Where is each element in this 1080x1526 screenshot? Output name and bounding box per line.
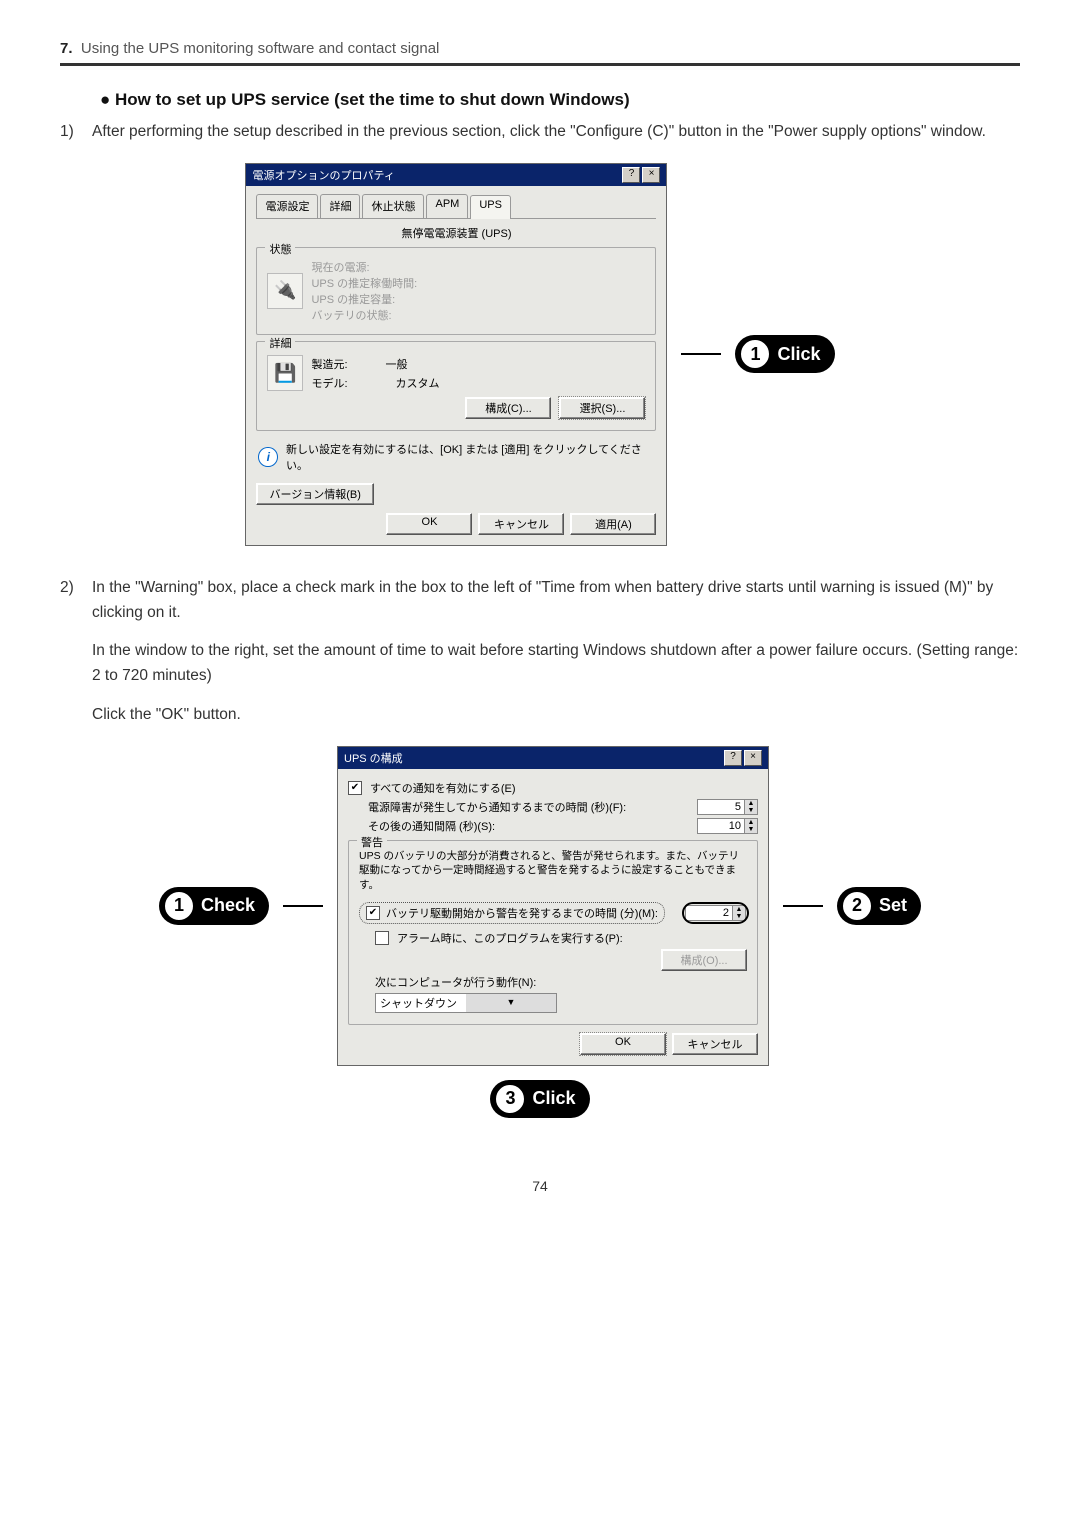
interval-label: その後の通知間隔 (秒)(S): xyxy=(368,818,495,834)
callout-click-3: 3 Click xyxy=(490,1080,589,1118)
callout-check: 1 Check xyxy=(159,887,269,925)
plug-icon: 🔌 xyxy=(267,273,303,309)
callout-1-click: 1 Click xyxy=(735,335,834,373)
step-1: 1) After performing the setup described … xyxy=(60,120,1020,145)
warn-time-checkbox[interactable]: ✔ xyxy=(366,906,380,920)
status-line-1: 現在の電源: xyxy=(311,259,417,275)
figure-2: 1 Check UPS の構成 ? × ✔ すべての通知を有効にする(E) 電源… xyxy=(60,746,1020,1066)
cancel-button[interactable]: キャンセル xyxy=(478,513,564,535)
callout-1-label: Click xyxy=(777,344,820,365)
status-line-3: UPS の推定容量: xyxy=(311,291,417,307)
tab-detail[interactable]: 詳細 xyxy=(320,194,360,218)
apply-button[interactable]: 適用(A) xyxy=(570,513,656,535)
callout-set-number: 2 xyxy=(841,890,873,922)
warn-time-value xyxy=(685,905,732,921)
detail-legend: 詳細 xyxy=(265,335,295,351)
step-1-text: After performing the setup described in … xyxy=(92,120,1020,145)
model-value: カスタム xyxy=(396,375,440,391)
warning-legend: 警告 xyxy=(357,834,387,850)
chapter-line: 7. Using the UPS monitoring software and… xyxy=(60,40,1020,57)
tabs: 電源設定 詳細 休止状態 APM UPS xyxy=(256,194,656,219)
step-2-number: 2) xyxy=(60,576,82,728)
callout-check-number: 1 xyxy=(163,890,195,922)
warn-time-label: バッテリ駆動開始から警告を発するまでの時間 (分)(M): xyxy=(386,905,658,921)
callout-3-number: 3 xyxy=(494,1083,526,1115)
interval-spinner[interactable]: ▲▼ xyxy=(697,818,758,834)
dialog2-title: UPS の構成 xyxy=(344,750,403,766)
next-action-select[interactable]: シャットダウン ▼ xyxy=(375,993,557,1013)
callout-leader-2 xyxy=(283,905,323,907)
enable-notif-checkbox[interactable]: ✔ xyxy=(348,781,362,795)
close-button-2[interactable]: × xyxy=(744,750,762,766)
dialog1-titlebar: 電源オプションのプロパティ ? × xyxy=(246,164,666,186)
alarm-prog-checkbox[interactable] xyxy=(375,931,389,945)
model-label: モデル: xyxy=(311,375,347,391)
tab-apm[interactable]: APM xyxy=(426,194,468,218)
warning-desc: UPS のバッテリの大部分が消費されると、警告が発せられます。また、バッテリ駆動… xyxy=(359,849,747,893)
tab-power[interactable]: 電源設定 xyxy=(256,194,318,218)
group1-title: 無停電電源装置 (UPS) xyxy=(256,225,656,241)
help-button[interactable]: ? xyxy=(622,167,640,183)
chapter-number: 7. xyxy=(60,40,73,57)
next-action-value: シャットダウン xyxy=(376,994,466,1012)
status-legend: 状態 xyxy=(265,241,295,257)
ok-button[interactable]: OK xyxy=(386,513,472,535)
ups-icon: 💾 xyxy=(267,355,303,391)
dialog2-titlebar: UPS の構成 ? × xyxy=(338,747,768,769)
configure-button[interactable]: 構成(C)... xyxy=(465,397,551,419)
page-number: 74 xyxy=(60,1178,1020,1194)
warn-time-spinner[interactable]: ▲▼ xyxy=(684,904,747,922)
help-button-2[interactable]: ? xyxy=(724,750,742,766)
info-icon: i xyxy=(258,447,278,467)
dialog1-title: 電源オプションのプロパティ xyxy=(252,167,394,183)
divider xyxy=(60,63,1020,66)
alarm-configure-button: 構成(O)... xyxy=(661,949,747,971)
tab-ups[interactable]: UPS xyxy=(470,195,511,219)
figure-1: 電源オプションのプロパティ ? × 電源設定 詳細 休止状態 APM UPS 無… xyxy=(60,163,1020,546)
step-2: 2) In the "Warning" box, place a check m… xyxy=(60,576,1020,728)
callout-set: 2 Set xyxy=(837,887,921,925)
callout-1-number: 1 xyxy=(739,338,771,370)
maker-label: 製造元: xyxy=(311,356,347,372)
chapter-title: Using the UPS monitoring software and co… xyxy=(81,40,440,57)
power-options-dialog: 電源オプションのプロパティ ? × 電源設定 詳細 休止状態 APM UPS 無… xyxy=(245,163,667,546)
close-button[interactable]: × xyxy=(642,167,660,183)
version-button[interactable]: バージョン情報(B) xyxy=(256,483,373,505)
status-group: 状態 🔌 現在の電源: UPS の推定稼働時間: UPS の推定容量: バッテリ… xyxy=(256,247,656,335)
cancel-button-2[interactable]: キャンセル xyxy=(672,1033,758,1055)
interval-value xyxy=(697,818,744,834)
status-line-4: バッテリの状態: xyxy=(311,307,417,323)
status-line-2: UPS の推定稼働時間: xyxy=(311,275,417,291)
callout-3-label: Click xyxy=(532,1088,575,1109)
fail-delay-spinner[interactable]: ▲▼ xyxy=(697,799,758,815)
step-1-number: 1) xyxy=(60,120,82,145)
detail-group: 詳細 💾 製造元: 一般 モデル: カスタム xyxy=(256,341,656,431)
callout-leader-3 xyxy=(783,905,823,907)
callout-leader-1 xyxy=(681,353,721,355)
fail-delay-label: 電源障害が発生してから通知するまでの時間 (秒)(F): xyxy=(368,799,626,815)
fail-delay-value xyxy=(697,799,744,815)
enable-notif-label: すべての通知を有効にする(E) xyxy=(370,780,516,796)
tab-hibernate[interactable]: 休止状態 xyxy=(362,194,424,218)
callout-set-label: Set xyxy=(879,895,907,916)
ok-button-2[interactable]: OK xyxy=(580,1033,666,1055)
maker-value: 一般 xyxy=(386,356,408,372)
select-button[interactable]: 選択(S)... xyxy=(559,397,645,419)
warning-group: 警告 UPS のバッテリの大部分が消費されると、警告が発せられます。また、バッテ… xyxy=(348,840,758,1025)
step-2b-text: In the window to the right, set the amou… xyxy=(92,639,1020,689)
info-text: 新しい設定を有効にするには、[OK] または [適用] をクリックしてください。 xyxy=(286,441,654,473)
section-heading: ● How to set up UPS service (set the tim… xyxy=(100,90,1020,110)
alarm-prog-label: アラーム時に、このプログラムを実行する(P): xyxy=(397,930,623,946)
callout-check-label: Check xyxy=(201,895,255,916)
chevron-down-icon: ▼ xyxy=(466,994,556,1012)
next-action-label: 次にコンピュータが行う動作(N): xyxy=(375,974,536,990)
ups-config-dialog: UPS の構成 ? × ✔ すべての通知を有効にする(E) 電源障害が発生してか… xyxy=(337,746,769,1066)
step-2-text: In the "Warning" box, place a check mark… xyxy=(92,576,1020,626)
step-2c-text: Click the "OK" button. xyxy=(92,703,1020,728)
